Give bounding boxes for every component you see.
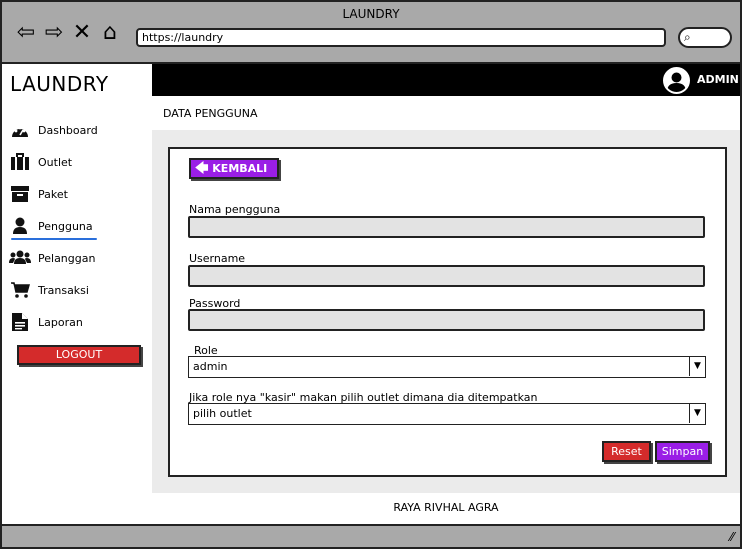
cart-icon	[9, 279, 31, 301]
sidebar-item-laporan[interactable]: Laporan	[9, 306, 149, 338]
window-title: LAUNDRY	[342, 7, 400, 21]
browser-nav: ⇦ ⇨ ✕ ⌂	[14, 20, 122, 46]
save-button[interactable]: Simpan	[655, 441, 710, 462]
browser-window: LAUNDRY ⇦ ⇨ ✕ ⌂ https://laundry ⌕ LAUNDR…	[0, 0, 742, 549]
sidebar-item-outlet[interactable]: Outlet	[9, 146, 149, 178]
role-select[interactable]: admin ▼	[188, 356, 706, 378]
chevron-down-icon[interactable]: ▼	[689, 357, 705, 376]
user-icon	[9, 215, 31, 237]
sidebar-item-paket[interactable]: Paket	[9, 178, 149, 210]
close-icon[interactable]: ✕	[70, 20, 94, 46]
sidebar-item-label: Outlet	[38, 155, 73, 169]
sidebar-item-pelanggan[interactable]: Pelanggan	[9, 242, 149, 274]
user-avatar-icon	[667, 72, 686, 92]
back-button-label: KEMBALI	[212, 162, 268, 175]
avatar[interactable]	[663, 67, 690, 94]
password-field[interactable]	[188, 309, 705, 331]
search-icon: ⌕	[684, 30, 691, 44]
status-bar: ⁄⁄	[2, 524, 740, 547]
users-icon	[9, 247, 31, 269]
file-icon	[9, 311, 31, 333]
role-select-value: admin	[193, 360, 228, 373]
sidebar-item-label: Transaksi	[38, 283, 89, 297]
name-field[interactable]	[188, 216, 705, 238]
browser-search-button[interactable]: ⌕	[678, 27, 732, 48]
reset-button[interactable]: Reset	[602, 441, 651, 462]
sidebar-item-label: Laporan	[38, 315, 83, 329]
browser-titlebar: LAUNDRY ⇦ ⇨ ✕ ⌂ https://laundry ⌕	[2, 2, 740, 64]
brand-title: LAUNDRY	[10, 72, 109, 96]
top-bar: ADMIN	[152, 64, 740, 96]
forward-arrow-icon[interactable]: ⇨	[42, 20, 66, 46]
name-label: Nama pengguna	[189, 203, 281, 216]
footer-text: RAYA RIVHAL AGRA	[393, 501, 499, 514]
home-icon[interactable]: ⌂	[98, 20, 122, 46]
sidebar-item-label: Paket	[38, 187, 68, 201]
page-title: DATA PENGGUNA	[163, 107, 258, 120]
outlet-select-value: pilih outlet	[193, 407, 252, 420]
sidebar: LAUNDRY Dashboard Outlet Paket Pengguna …	[2, 64, 152, 524]
sidebar-menu: Dashboard Outlet Paket Pengguna Pelangga…	[9, 114, 149, 338]
resize-grip-icon[interactable]: ⁄⁄	[730, 530, 734, 544]
outlet-icon	[9, 151, 31, 173]
logout-button[interactable]: LOGOUT	[17, 345, 141, 365]
arrow-left-icon: 🡄	[195, 161, 209, 176]
sidebar-item-transaksi[interactable]: Transaksi	[9, 274, 149, 306]
chevron-down-icon[interactable]: ▼	[689, 404, 705, 423]
user-name: ADMIN	[697, 73, 739, 86]
dashboard-icon	[9, 119, 31, 141]
sidebar-item-pengguna[interactable]: Pengguna	[9, 210, 149, 242]
sidebar-item-label: Pelanggan	[38, 251, 96, 265]
url-bar[interactable]: https://laundry	[136, 28, 666, 47]
box-icon	[9, 183, 31, 205]
back-arrow-icon[interactable]: ⇦	[14, 20, 38, 46]
sidebar-item-label: Dashboard	[38, 123, 98, 137]
outlet-select[interactable]: pilih outlet ▼	[188, 403, 706, 425]
username-label: Username	[189, 252, 246, 265]
sidebar-item-label: Pengguna	[38, 219, 93, 233]
back-button[interactable]: 🡄 KEMBALI	[189, 158, 279, 179]
username-field[interactable]	[188, 265, 705, 287]
sidebar-item-dashboard[interactable]: Dashboard	[9, 114, 149, 146]
